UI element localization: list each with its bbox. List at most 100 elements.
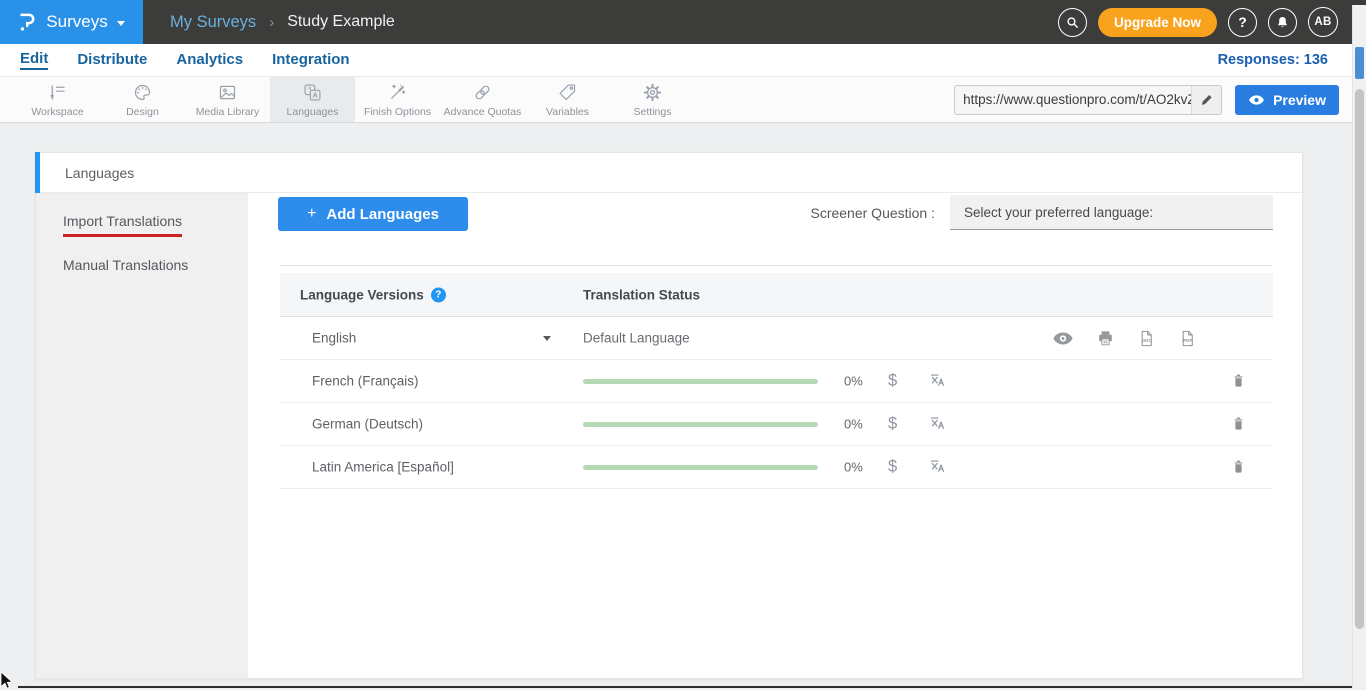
scrollbar-marker — [1355, 47, 1364, 79]
translation-progress-bar — [583, 422, 818, 427]
languages-panel: Languages Import Translations Manual Tra… — [35, 152, 1303, 679]
survey-url-box: https://www.questionpro.com/t/AO2kvZ — [954, 85, 1222, 115]
bell-icon — [1275, 15, 1290, 30]
toolbar-item-finish-options[interactable]: Finish Options — [355, 77, 440, 122]
search-button[interactable] — [1058, 8, 1087, 37]
media-library-icon — [217, 82, 238, 103]
language-name: English — [312, 331, 356, 346]
delete-trash-icon[interactable] — [1230, 458, 1247, 477]
tab-edit[interactable]: Edit — [20, 44, 48, 76]
paid-translation-icon[interactable]: $ — [888, 415, 897, 434]
svg-text:DOC: DOC — [1142, 338, 1153, 343]
breadcrumb-current: Study Example — [287, 13, 395, 31]
table-row-german: German (Deutsch) 0% $ — [280, 403, 1273, 446]
upgrade-now-button[interactable]: Upgrade Now — [1098, 8, 1217, 37]
export-pdf-icon[interactable]: PDF — [1178, 328, 1197, 349]
toolbar-item-advance-quotas[interactable]: Advance Quotas — [440, 77, 525, 122]
product-label: Surveys — [46, 12, 107, 32]
translation-progress-bar — [583, 465, 818, 470]
toolbar-item-media-library[interactable]: Media Library — [185, 77, 270, 122]
toolbar-item-variables[interactable]: Variables — [525, 77, 610, 122]
page-background: Languages Import Translations Manual Tra… — [0, 123, 1366, 688]
survey-nav: Edit Distribute Analytics Integration Re… — [0, 44, 1366, 77]
finish-options-icon — [387, 82, 408, 103]
breadcrumb-my-surveys[interactable]: My Surveys — [170, 13, 256, 32]
tab-analytics[interactable]: Analytics — [176, 44, 243, 76]
table-row-latin-america: Latin America [Español] 0% $ — [280, 446, 1273, 489]
chevron-down-icon — [117, 21, 125, 26]
breadcrumb: My Surveys › Study Example — [170, 13, 395, 32]
default-language-label: Default Language — [583, 331, 690, 346]
search-icon — [1065, 15, 1080, 30]
pencil-icon — [1200, 93, 1214, 107]
translate-icon[interactable] — [928, 415, 947, 434]
settings-icon — [642, 82, 663, 103]
progress-percent: 0% — [844, 460, 863, 475]
translation-progress-bar — [583, 379, 818, 384]
toolbar-item-languages[interactable]: * A Languages — [270, 77, 355, 122]
default-row-actions: DOC PDF — [1052, 317, 1197, 360]
tab-integration[interactable]: Integration — [272, 44, 350, 76]
panel-header: Languages — [36, 153, 1302, 193]
delete-trash-icon[interactable] — [1230, 415, 1247, 434]
progress-percent: 0% — [844, 417, 863, 432]
paid-translation-icon[interactable]: $ — [888, 458, 897, 477]
table-row-english: English Default Language — [280, 317, 1273, 360]
toolbar-item-workspace[interactable]: Workspace — [15, 77, 100, 122]
panel-title: Languages — [65, 165, 134, 181]
edit-toolbar: Workspace Design Media Library * A — [0, 77, 1366, 123]
toolbar-item-design[interactable]: Design — [100, 77, 185, 122]
active-section-accent — [35, 152, 40, 193]
product-menu[interactable]: Surveys — [0, 0, 143, 44]
language-name: French (Français) — [312, 374, 419, 389]
eye-icon — [1248, 94, 1265, 106]
language-versions-header: Language Versions — [300, 287, 424, 302]
responses-count[interactable]: Responses: 136 — [1218, 52, 1328, 68]
preview-button[interactable]: Preview — [1235, 85, 1339, 115]
translate-icon[interactable] — [928, 458, 947, 477]
sidebar-item-import-translations[interactable]: Import Translations — [36, 203, 248, 247]
workspace-icon — [47, 82, 68, 103]
view-eye-icon[interactable] — [1052, 331, 1074, 346]
tab-distribute[interactable]: Distribute — [77, 44, 147, 76]
edit-url-button[interactable] — [1191, 86, 1221, 114]
language-versions-table: Language Versions ? Translation Status E… — [280, 265, 1273, 489]
translation-status-header: Translation Status — [583, 287, 700, 302]
svg-text:A: A — [313, 92, 318, 99]
plus-icon: + — [307, 205, 316, 223]
print-icon[interactable] — [1096, 329, 1115, 348]
paid-translation-icon[interactable]: $ — [888, 372, 897, 391]
survey-url[interactable]: https://www.questionpro.com/t/AO2kvZ — [955, 92, 1191, 107]
table-header-row: Language Versions ? Translation Status — [280, 273, 1273, 317]
panel-sidebar: Import Translations Manual Translations — [36, 193, 248, 678]
language-name: Latin America [Español] — [312, 460, 454, 475]
export-doc-icon[interactable]: DOC — [1137, 328, 1156, 349]
add-languages-button[interactable]: + Add Languages — [278, 197, 468, 231]
help-icon[interactable]: ? — [431, 287, 446, 302]
help-button[interactable]: ? — [1228, 8, 1257, 37]
scrollbar-track[interactable] — [1352, 5, 1366, 688]
avatar[interactable]: AB — [1308, 7, 1338, 37]
notifications-button[interactable] — [1268, 8, 1297, 37]
screener-question-label: Screener Question : — [810, 205, 935, 221]
panel-main: + Add Languages Screener Question : Sele… — [248, 193, 1302, 678]
languages-icon: * A — [302, 82, 323, 103]
translate-icon[interactable] — [928, 372, 947, 391]
topbar-actions: Upgrade Now ? AB — [1058, 7, 1366, 37]
sidebar-item-manual-translations[interactable]: Manual Translations — [36, 247, 248, 283]
questionpro-logo-icon — [18, 10, 37, 34]
breadcrumb-separator: › — [269, 14, 274, 31]
variables-icon — [557, 82, 578, 103]
progress-percent: 0% — [844, 374, 863, 389]
chevron-down-icon[interactable] — [543, 336, 551, 341]
design-icon — [132, 82, 153, 103]
delete-trash-icon[interactable] — [1230, 372, 1247, 391]
toolbar-right: https://www.questionpro.com/t/AO2kvZ Pre… — [954, 77, 1366, 122]
svg-text:PDF: PDF — [1183, 338, 1192, 343]
scrollbar-thumb[interactable] — [1355, 89, 1364, 629]
screener-question-select[interactable]: Select your preferred language: — [950, 195, 1273, 230]
toolbar-item-settings[interactable]: Settings — [610, 77, 695, 122]
language-name: German (Deutsch) — [312, 417, 423, 432]
topbar: Surveys My Surveys › Study Example Upgra… — [0, 0, 1366, 44]
table-row-french: French (Français) 0% $ — [280, 360, 1273, 403]
